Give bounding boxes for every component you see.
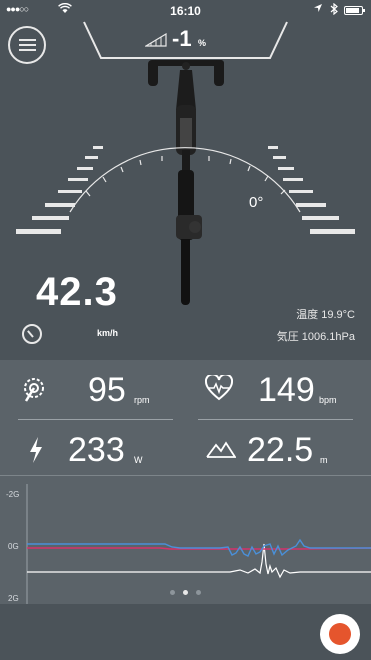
elevation-unit: m	[320, 455, 328, 465]
speedometer-icon	[22, 324, 42, 344]
gforce-graph	[26, 484, 371, 604]
speed-value: 42.3	[36, 270, 118, 314]
record-icon	[329, 623, 351, 645]
slope-icon	[143, 32, 167, 50]
heart-rate-value: 149	[258, 371, 315, 409]
grade-value: -1	[172, 26, 192, 51]
heart-rate-icon	[204, 373, 234, 406]
pager-dot-1[interactable]	[170, 590, 175, 595]
cadence-value: 95	[88, 371, 126, 409]
bottom-bar	[0, 604, 371, 660]
elevation-value: 22.5	[247, 431, 314, 469]
bicycle-illustration	[148, 60, 224, 305]
stats-panel[interactable]: 95 rpm 149 bpm 233 W 22.5 m -2G 0G 2G	[0, 360, 371, 604]
tilt-angle: 0°	[249, 194, 264, 211]
divider	[18, 419, 173, 420]
divider	[0, 475, 371, 476]
power-value: 233	[68, 431, 125, 469]
heart-rate-unit: bpm	[319, 395, 337, 405]
pager-dot-2[interactable]	[183, 590, 188, 595]
pager-dot-3[interactable]	[196, 590, 201, 595]
lightning-icon	[28, 436, 44, 469]
temperature: 温度 19.9°C	[296, 309, 355, 321]
power-unit: W	[134, 455, 143, 465]
record-button[interactable]	[320, 614, 360, 654]
right-level-bars	[268, 146, 355, 234]
air-pressure: 気圧 1006.1hPa	[276, 331, 355, 343]
left-level-bars	[16, 146, 103, 234]
divider	[198, 419, 353, 420]
speed-unit: km/h	[97, 328, 119, 338]
grade-unit: %	[198, 38, 207, 48]
crankset-icon	[22, 375, 48, 410]
mountain-icon	[206, 440, 237, 463]
cadence-unit: rpm	[134, 395, 150, 405]
